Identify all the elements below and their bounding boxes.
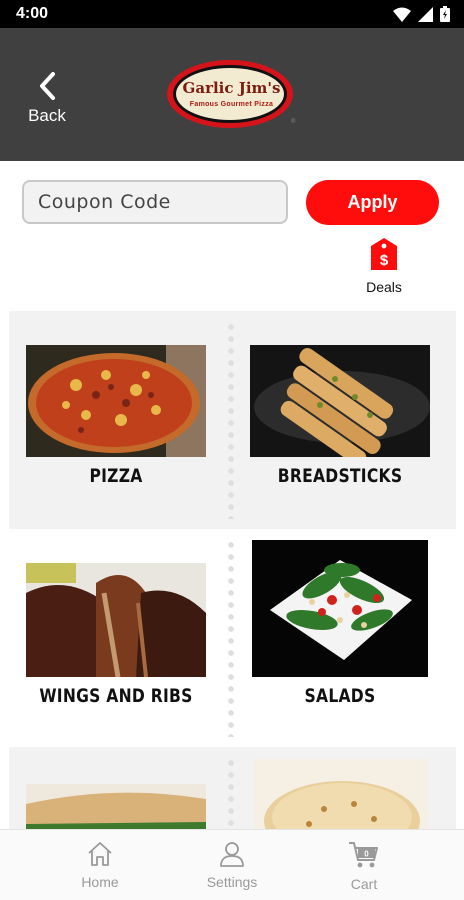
nav-settings-label: Settings (206, 874, 258, 890)
wings-and-ribs-image (26, 563, 206, 677)
category-label: SALADS (304, 685, 376, 707)
category-pizza[interactable]: PIZZA (9, 311, 228, 529)
bottom-nav: Home Settings 0 Cart (0, 829, 464, 900)
nav-cart[interactable]: 0 Cart (314, 840, 414, 892)
dotted-divider (228, 321, 234, 519)
status-bar: 4:00 (0, 0, 464, 28)
app-header: Back ® Garlic Jim's Famous Gourmet Pizza (0, 28, 464, 161)
dotted-divider (228, 757, 234, 837)
battery-icon (440, 6, 450, 22)
back-button[interactable]: Back (22, 68, 72, 128)
brand-logo: ® Garlic Jim's Famous Gourmet Pizza (166, 59, 297, 131)
nav-home[interactable]: Home (50, 840, 150, 890)
category-label: BREADSTICKS (277, 465, 403, 487)
svg-text:®: ® (291, 118, 296, 125)
nav-settings[interactable]: Settings (182, 840, 282, 890)
cart-icon: 0 (349, 842, 378, 868)
category-label: PIZZA (89, 465, 143, 487)
category-label: WINGS AND RIBS (39, 685, 193, 707)
logo-name: Garlic Jim's (182, 79, 281, 97)
back-label: Back (28, 106, 66, 125)
wifi-icon (393, 7, 411, 22)
price-tag-icon: $ (371, 238, 397, 270)
salads-image (252, 540, 428, 677)
logo-tagline: Famous Gourmet Pizza (189, 101, 274, 108)
category-row: PIZZA BREADSTICKS (9, 311, 456, 529)
apply-button[interactable]: Apply (306, 180, 439, 225)
breadsticks-image (250, 345, 430, 457)
category-wings-and-ribs[interactable]: WINGS AND RIBS (9, 529, 228, 747)
status-icons (393, 6, 450, 22)
pizza-image (26, 345, 206, 457)
signal-icon (418, 6, 433, 22)
svg-text:0: 0 (364, 850, 369, 859)
category-salads[interactable]: SALADS (238, 529, 456, 747)
chevron-left-icon (40, 72, 55, 100)
nav-home-label: Home (81, 874, 119, 890)
svg-text:$: $ (380, 252, 389, 269)
screen: 4:00 Back ® Garlic Jim's Famous Gourmet … (0, 0, 464, 900)
dotted-divider (228, 539, 234, 737)
category-breadsticks[interactable]: BREADSTICKS (238, 311, 456, 529)
category-row: WINGS AND RIBS SALADS (9, 529, 456, 747)
status-time: 4:00 (16, 5, 49, 22)
person-icon (220, 842, 244, 867)
deals-button[interactable]: $ Deals (358, 238, 410, 304)
home-icon (88, 842, 112, 866)
nav-cart-label: Cart (350, 876, 378, 892)
deals-label: Deals (366, 279, 402, 295)
coupon-code-input[interactable] (22, 180, 288, 224)
